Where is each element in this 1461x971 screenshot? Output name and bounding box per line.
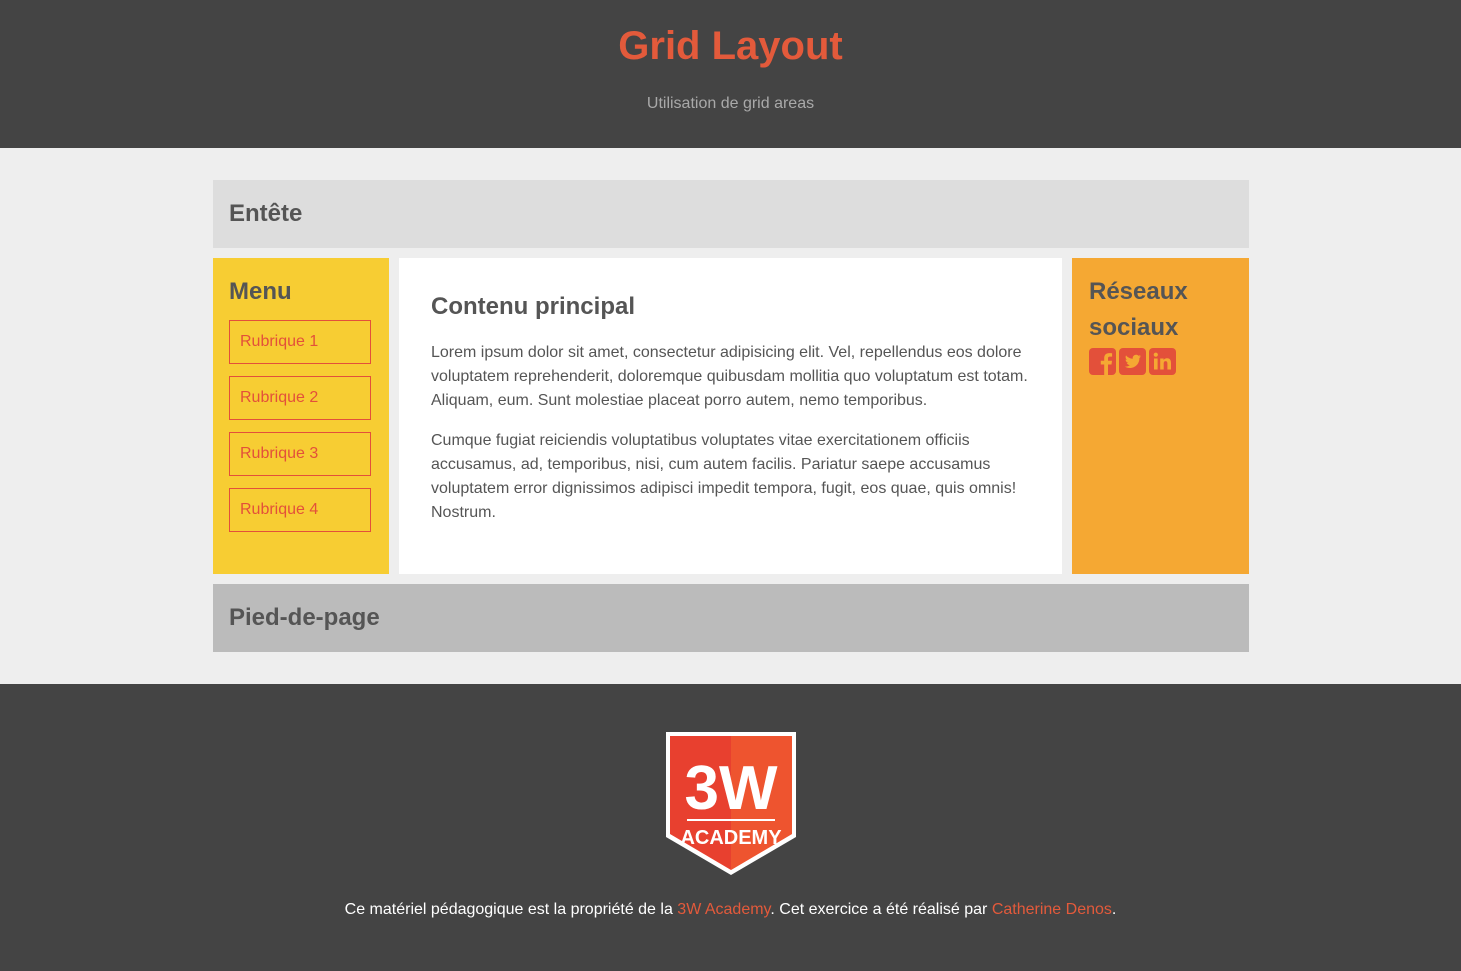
twitter-icon[interactable]	[1119, 348, 1146, 375]
grid-menu-area: Menu Rubrique 1 Rubrique 2 Rubrique 3 Ru…	[213, 258, 389, 574]
menu-item-rubrique-4[interactable]: Rubrique 4	[229, 488, 371, 532]
menu-title: Menu	[229, 278, 292, 305]
social-icons	[1089, 348, 1176, 375]
main-paragraph-1: Lorem ipsum dolor sit amet, consectetur …	[431, 344, 1028, 409]
grid-header-title: Entête	[229, 200, 303, 227]
footer-text-2: . Cet exercice a été réalisé par	[770, 901, 992, 918]
grid-header-area: Entête	[213, 180, 1249, 248]
grid-footer-title: Pied-de-page	[229, 604, 380, 631]
menu-item-rubrique-1[interactable]: Rubrique 1	[229, 320, 371, 364]
menu-item-rubrique-3[interactable]: Rubrique 3	[229, 432, 371, 476]
footer-text-1: Ce matériel pédagogique est la propriété…	[344, 901, 678, 918]
svg-text:3W: 3W	[685, 754, 778, 823]
grid-main-area: Contenu principal Lorem ipsum dolor sit …	[399, 258, 1062, 574]
main-paragraph-2: Cumque fugiat reiciendis voluptatibus vo…	[431, 432, 1017, 521]
footer-link-catherine-denos[interactable]: Catherine Denos	[992, 901, 1112, 918]
svg-text:ACADEMY: ACADEMY	[680, 827, 782, 849]
grid-footer-area: Pied-de-page	[213, 584, 1249, 652]
page-title: Grid Layout	[618, 24, 843, 68]
facebook-icon[interactable]	[1089, 348, 1116, 375]
social-title: Réseaux sociaux	[1089, 278, 1188, 341]
page-subtitle: Utilisation de grid areas	[646, 95, 815, 112]
footer-credits: Ce matériel pédagogique est la propriété…	[0, 900, 1461, 920]
site-footer: 3W ACADEMY Ce matériel pédagogique est l…	[0, 684, 1461, 971]
3w-academy-logo: 3W ACADEMY	[666, 732, 796, 875]
grid-social-area: Réseaux sociaux	[1072, 258, 1249, 574]
footer-text-3: .	[1111, 901, 1117, 918]
site-header: Grid Layout Utilisation de grid areas	[0, 0, 1461, 148]
main-content-title: Contenu principal	[431, 293, 635, 320]
footer-link-3w-academy[interactable]: 3W Academy	[677, 901, 770, 918]
menu-item-rubrique-2[interactable]: Rubrique 2	[229, 376, 371, 420]
linkedin-icon[interactable]	[1149, 348, 1176, 375]
